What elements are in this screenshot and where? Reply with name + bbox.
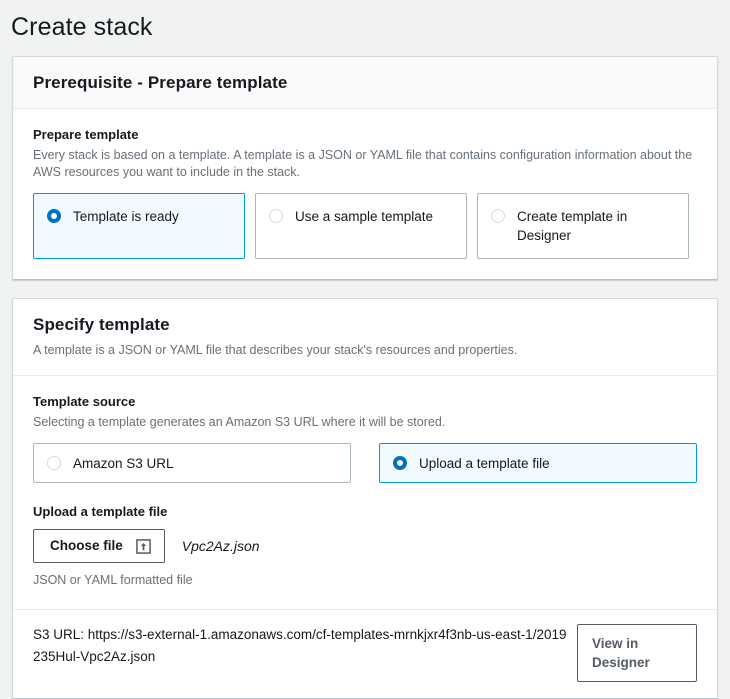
create-stack-page: Create stack Prerequisite - Prepare temp…	[0, 0, 730, 699]
template-source-description: Selecting a template generates an Amazon…	[33, 415, 446, 429]
radio-tile-use-a-sample-template[interactable]: Use a sample template	[255, 193, 467, 259]
radio-label-template-is-ready: Template is ready	[73, 209, 179, 224]
radio-indicator-template-is-ready[interactable]	[47, 209, 61, 223]
radio-tile-upload-a-template-file[interactable]: Upload a template file	[379, 443, 697, 483]
file-format-constraint-text: JSON or YAML formatted file	[33, 573, 193, 587]
page-title: Create stack	[11, 13, 153, 41]
upload-template-file-label: Upload a template file	[33, 504, 168, 519]
radio-tile-create-template-in-designer[interactable]: Create template in Designer	[477, 193, 689, 259]
prerequisite-card: Prerequisite - Prepare template Prepare …	[12, 56, 718, 280]
radio-label-use-a-sample-template: Use a sample template	[295, 209, 434, 224]
s3-url-footer: S3 URL: https://s3-external-1.amazonaws.…	[13, 609, 717, 698]
view-in-designer-button[interactable]: View in Designer	[577, 624, 697, 682]
specify-template-section-title: Specify template	[33, 315, 170, 334]
specify-template-card-body: Template source Selecting a template gen…	[13, 376, 717, 609]
radio-tile-template-is-ready[interactable]: Template is ready	[33, 193, 245, 259]
upload-icon	[135, 538, 151, 554]
specify-template-section-subtitle: A template is a JSON or YAML file that d…	[33, 343, 518, 357]
upload-template-file-row: Choose file Vpc2Az.json	[33, 529, 697, 563]
radio-indicator-create-template-in-designer[interactable]	[491, 209, 505, 223]
prepare-template-radio-group: Template is ready Use a sample template …	[33, 193, 697, 259]
specify-template-card-header: Specify template A template is a JSON or…	[13, 299, 717, 376]
radio-indicator-amazon-s3-url[interactable]	[47, 456, 61, 470]
prerequisite-section-title: Prerequisite - Prepare template	[33, 73, 288, 92]
radio-label-upload-a-template-file: Upload a template file	[419, 455, 550, 471]
selected-file-name: Vpc2Az.json	[181, 538, 260, 554]
choose-file-button[interactable]: Choose file	[33, 529, 165, 563]
template-source-label: Template source	[33, 394, 136, 409]
prepare-template-description: Every stack is based on a template. A te…	[33, 148, 693, 179]
choose-file-button-label: Choose file	[50, 538, 123, 553]
s3-url-text: S3 URL: https://s3-external-1.amazonaws.…	[33, 624, 567, 668]
template-source-radio-group: Amazon S3 URL Upload a template file	[33, 443, 697, 483]
prerequisite-card-header: Prerequisite - Prepare template	[13, 57, 717, 109]
prerequisite-card-body: Prepare template Every stack is based on…	[13, 109, 717, 279]
prepare-template-label: Prepare template	[33, 127, 139, 142]
radio-tile-amazon-s3-url[interactable]: Amazon S3 URL	[33, 443, 351, 483]
specify-template-card: Specify template A template is a JSON or…	[12, 298, 718, 699]
radio-label-create-template-in-designer: Create template in Designer	[517, 209, 628, 243]
s3-url-label: S3 URL:	[33, 627, 88, 642]
radio-indicator-use-a-sample-template[interactable]	[269, 209, 283, 223]
radio-indicator-upload-a-template-file[interactable]	[393, 456, 407, 470]
radio-label-amazon-s3-url: Amazon S3 URL	[73, 455, 174, 471]
upload-template-file-block: Upload a template file Choose file Vpc2A	[33, 503, 697, 589]
s3-url-value: https://s3-external-1.amazonaws.com/cf-t…	[33, 627, 567, 664]
